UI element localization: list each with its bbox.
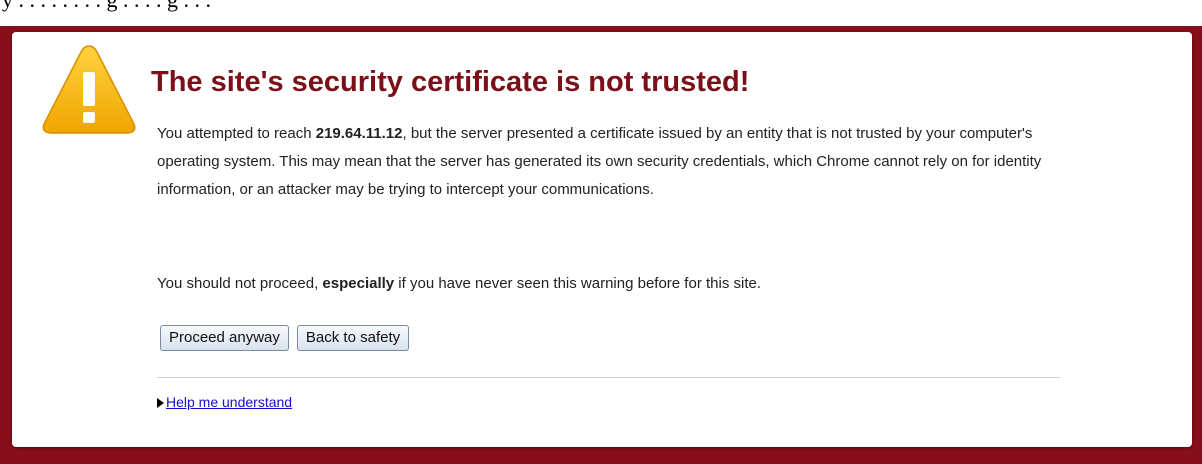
advice-text-end: if you have never seen this warning befo… bbox=[394, 275, 762, 292]
back-to-safety-button[interactable]: Back to safety bbox=[296, 325, 410, 351]
help-section: Help me understand bbox=[157, 394, 292, 410]
interstitial-card: The site's security certificate is not t… bbox=[12, 32, 1192, 447]
expand-triangle-icon[interactable] bbox=[157, 398, 164, 408]
cropped-text: y . . . . . . . . g . . . . g . . . bbox=[2, 0, 211, 13]
advice-text-start: You should not proceed, bbox=[157, 275, 323, 292]
page-title: The site's security certificate is not t… bbox=[151, 66, 750, 98]
proceed-anyway-button[interactable]: Proceed anyway bbox=[160, 325, 289, 351]
description-text-start: You attempted to reach bbox=[157, 125, 316, 142]
help-me-understand-link[interactable]: Help me understand bbox=[166, 394, 292, 410]
warning-description: You attempted to reach 219.64.11.12, but… bbox=[157, 120, 1067, 204]
warning-triangle-icon bbox=[42, 45, 136, 134]
divider bbox=[157, 377, 1060, 378]
action-buttons: Proceed anyway Back to safety bbox=[160, 325, 417, 351]
top-cropped-text-strip: y . . . . . . . . g . . . . g . . . bbox=[0, 0, 1202, 26]
target-host: 219.64.11.12 bbox=[315, 125, 403, 142]
advice-emphasis: especially bbox=[322, 275, 395, 292]
warning-advice: You should not proceed, especially if yo… bbox=[157, 270, 1067, 298]
